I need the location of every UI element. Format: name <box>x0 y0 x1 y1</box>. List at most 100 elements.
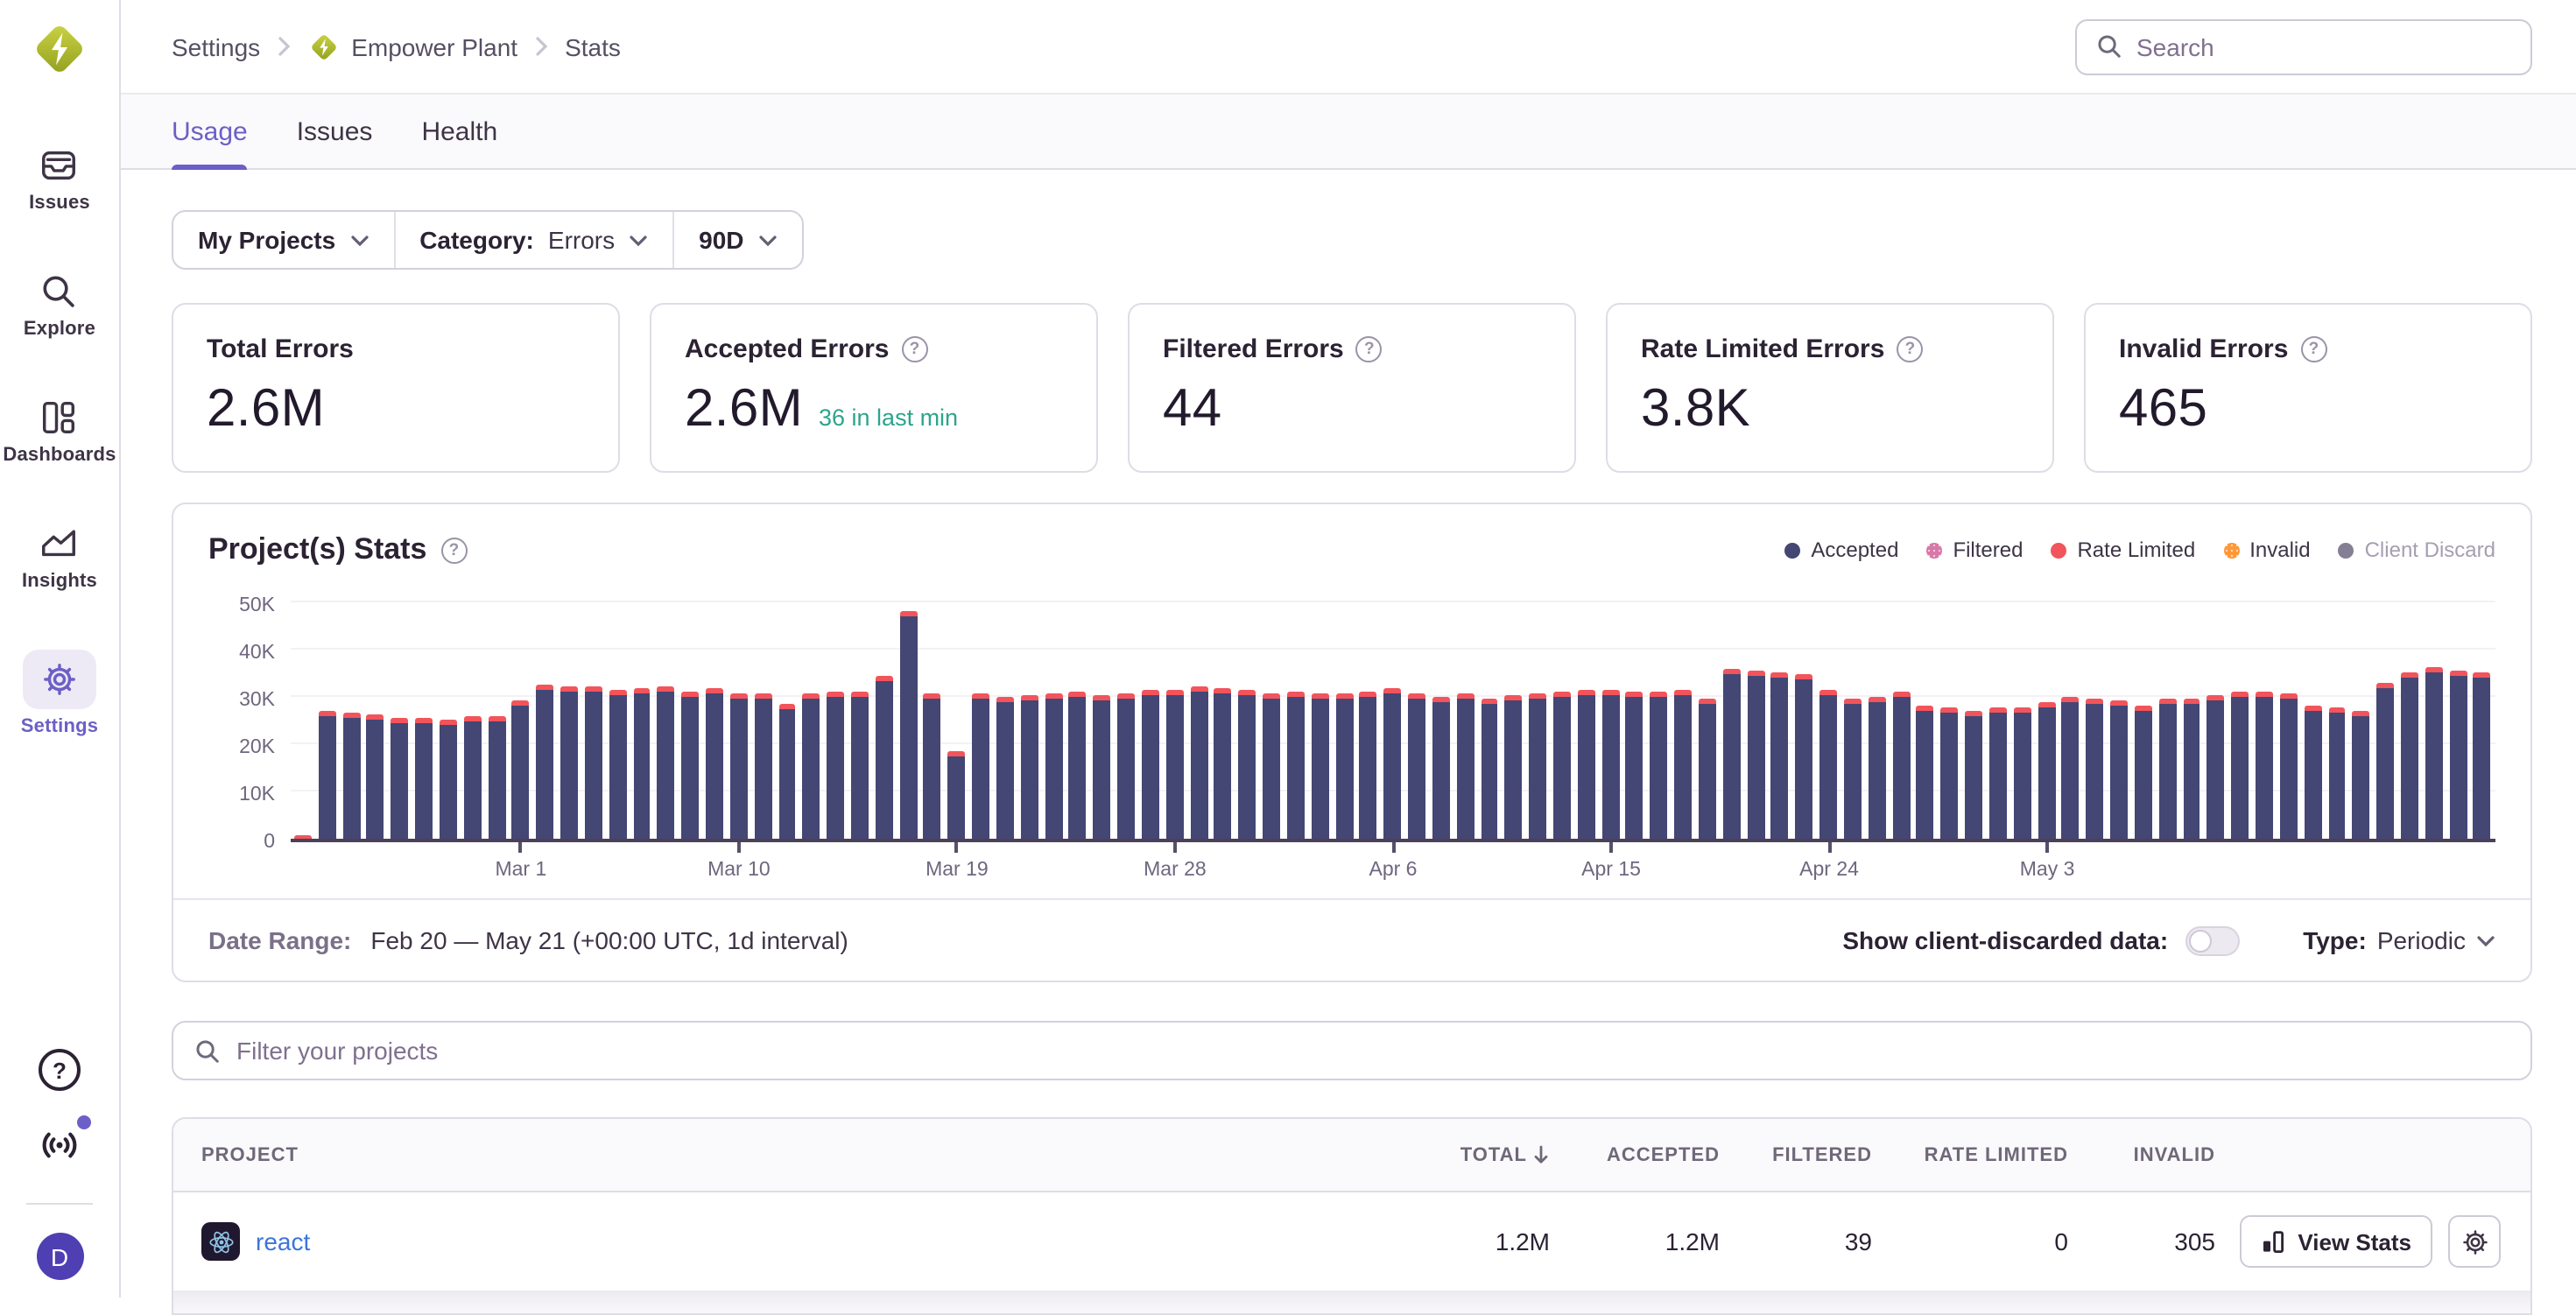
chart-bar <box>342 713 360 839</box>
chart-bar <box>609 690 626 839</box>
period-value: 90D <box>699 226 743 254</box>
col-project[interactable]: PROJECT <box>173 1144 1375 1165</box>
chart-bar <box>1408 693 1425 839</box>
sidebar-item-issues[interactable]: Issues <box>29 145 90 214</box>
search-input[interactable] <box>2136 32 2511 60</box>
chart-bar <box>996 697 1014 839</box>
chart-bar <box>1263 693 1280 839</box>
client-discard-toggle[interactable] <box>2185 925 2240 955</box>
col-total-label: TOTAL <box>1460 1144 1527 1165</box>
sidebar-item-explore[interactable]: Explore <box>24 271 95 340</box>
tab-health[interactable]: Health <box>421 95 497 168</box>
chevron-down-icon <box>629 234 648 246</box>
chart-bar <box>681 692 699 839</box>
chart-bar <box>1094 695 1111 839</box>
breadcrumb: Settings Empower Plant Stats <box>172 31 621 62</box>
projects-filter-dropdown[interactable]: My Projects <box>173 212 393 268</box>
project-filter-box[interactable] <box>172 1021 2532 1080</box>
tab-issues[interactable]: Issues <box>297 95 373 168</box>
chart-bar <box>1674 690 1692 839</box>
chart-bar <box>2231 692 2249 839</box>
chart-bar <box>2425 667 2443 839</box>
legend-item-filtered[interactable]: Filtered <box>1926 538 2023 562</box>
global-search[interactable] <box>2075 18 2532 74</box>
col-filtered[interactable]: FILTERED <box>1720 1144 1872 1165</box>
category-label: Category: <box>419 226 534 254</box>
chart-bar <box>512 700 530 839</box>
row-actions: View Stats <box>2215 1215 2530 1268</box>
chart-bar <box>803 693 820 839</box>
issues-icon <box>39 145 80 186</box>
help-question-icon[interactable]: ? <box>1897 336 1923 362</box>
legend-item-accepted[interactable]: Accepted <box>1784 538 1898 562</box>
chart-bar <box>1723 669 1741 839</box>
x-tick-label: Mar 19 <box>926 860 989 881</box>
col-total[interactable]: TOTAL <box>1375 1144 1550 1165</box>
period-filter-dropdown[interactable]: 90D <box>672 212 801 268</box>
legend-item-client-discard[interactable]: Client Discard <box>2339 538 2495 562</box>
y-tick-label: 50K <box>239 595 275 616</box>
help-question-icon[interactable]: ? <box>440 537 467 563</box>
chart-bar <box>899 611 917 839</box>
legend-item-invalid[interactable]: Invalid <box>2223 538 2310 562</box>
react-platform-icon <box>201 1222 240 1261</box>
filterbar: My Projects Category: Errors 90D <box>172 210 2532 270</box>
chart-bar <box>2449 671 2467 839</box>
legend-label: Filtered <box>1953 538 2023 562</box>
y-tick-label: 10K <box>239 784 275 805</box>
chart-title: Project(s) Stats <box>208 532 426 567</box>
project-stats-card: Project(s) Stats ? Accepted Filtered Rate … <box>172 503 2532 982</box>
legend-item-rate-limited[interactable]: Rate Limited <box>2051 538 2195 562</box>
chart-bar <box>536 685 553 839</box>
chart-plot-wrap: Mar 1Mar 10Mar 19Mar 28Apr 6Apr 15Apr 24… <box>291 588 2495 898</box>
sort-desc-arrow-icon <box>1532 1145 1550 1164</box>
x-tick-label: Mar 28 <box>1144 860 1207 881</box>
breadcrumb-project[interactable]: Empower Plant <box>307 31 517 62</box>
chart-bar <box>2353 711 2370 839</box>
org-logo-icon[interactable] <box>30 19 89 79</box>
help-question-icon[interactable]: ? <box>2300 336 2326 362</box>
project-settings-button[interactable] <box>2448 1215 2501 1268</box>
stat-card-accepted-errors: Accepted Errors ? 2.6M 36 in last min <box>650 303 1098 473</box>
stat-card-value: 2.6M <box>685 380 803 440</box>
breadcrumb-settings[interactable]: Settings <box>172 32 260 60</box>
stats-chart[interactable]: 010K20K30K40K50K Mar 1Mar 10Mar 19Mar 28… <box>173 567 2530 898</box>
sidebar-item-settings[interactable]: Settings <box>21 650 98 737</box>
filter-group: My Projects Category: Errors 90D <box>172 210 804 270</box>
chart-bar <box>1021 695 1038 839</box>
sidebar-item-dashboards[interactable]: Dashboards <box>3 397 116 466</box>
type-label: Type: <box>2303 926 2367 954</box>
sidebar-divider <box>26 1203 93 1205</box>
project-filter-input[interactable] <box>236 1037 2509 1065</box>
category-filter-dropdown[interactable]: Category: Errors <box>393 212 672 268</box>
chart-plot <box>291 588 2495 842</box>
chart-bar <box>1287 692 1305 839</box>
col-accepted[interactable]: ACCEPTED <box>1550 1144 1720 1165</box>
chart-y-axis: 010K20K30K40K50K <box>208 588 275 842</box>
notification-dot <box>77 1115 91 1129</box>
project-cell: react <box>173 1222 1375 1261</box>
chart-bar <box>2376 683 2394 839</box>
help-question-icon[interactable]: ? <box>901 336 927 362</box>
help-icon[interactable]: ? <box>39 1049 81 1091</box>
chart-legend: Accepted Filtered Rate Limited Invalid Clien… <box>1784 538 2495 562</box>
col-rate-limited[interactable]: RATE LIMITED <box>1872 1144 2068 1165</box>
stat-card-total-errors: Total Errors 2.6M <box>172 303 620 473</box>
type-dropdown[interactable]: Type: Periodic <box>2303 926 2495 954</box>
project-link[interactable]: react <box>256 1227 310 1255</box>
sidebar-item-insights[interactable]: Insights <box>22 524 97 592</box>
chart-bar <box>1456 693 1474 839</box>
x-tick-label: Mar 1 <box>495 860 546 881</box>
col-invalid[interactable]: INVALID <box>2068 1144 2215 1165</box>
chart-bar <box>1869 697 1886 839</box>
tab-usage[interactable]: Usage <box>172 95 248 168</box>
whats-new-button[interactable] <box>37 1122 82 1168</box>
user-avatar[interactable]: D <box>36 1233 83 1280</box>
view-stats-button[interactable]: View Stats <box>2240 1215 2432 1268</box>
chart-bar <box>1989 707 2007 839</box>
chart-bar <box>1505 695 1523 839</box>
breadcrumb-project-label: Empower Plant <box>351 32 517 60</box>
chart-bars[interactable] <box>291 588 2495 839</box>
help-question-icon[interactable]: ? <box>1356 336 1383 362</box>
chart-bar <box>1578 690 1595 839</box>
